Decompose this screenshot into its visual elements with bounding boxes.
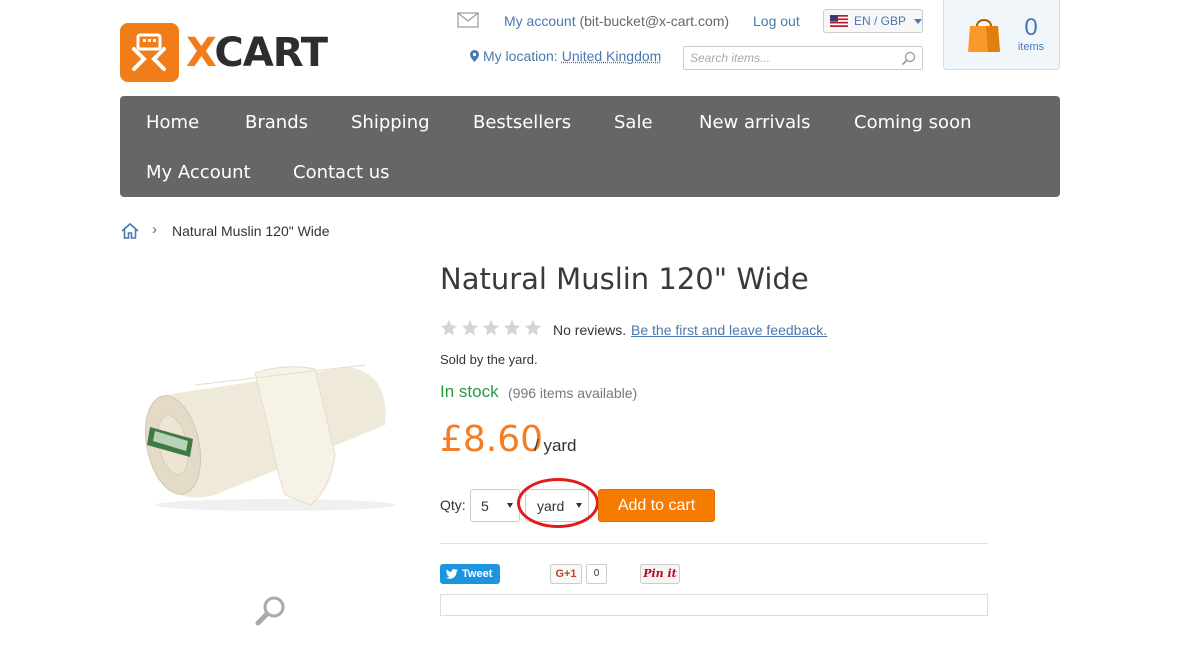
search-icon[interactable] — [902, 51, 916, 65]
divider — [440, 543, 988, 544]
us-flag-icon — [830, 15, 848, 27]
chevron-down-icon — [507, 503, 513, 508]
logout-link[interactable]: Log out — [753, 13, 800, 29]
tweet-label: Tweet — [462, 568, 493, 580]
price-unit: / yard — [534, 436, 577, 455]
map-pin-icon — [470, 50, 479, 62]
shopping-bag-icon — [968, 19, 1000, 52]
logo-mark — [120, 23, 179, 82]
mini-cart[interactable]: 0 items — [943, 0, 1060, 70]
breadcrumb-current: Natural Muslin 120" Wide — [172, 223, 330, 239]
leave-feedback-link[interactable]: Be the first and leave feedback. — [631, 322, 827, 338]
location-value-link[interactable]: United Kingdom — [562, 48, 662, 64]
account-email: (bit-bucket@x-cart.com) — [579, 13, 730, 29]
no-reviews-text: No reviews. — [553, 322, 627, 338]
cart-items-label: items — [1017, 41, 1045, 53]
product-price: £8.60 — [440, 419, 544, 460]
product-image[interactable] — [135, 355, 405, 515]
highlight-circle — [517, 478, 599, 528]
nav-item-new-arrivals[interactable]: New arrivals — [699, 112, 811, 133]
nav-item-my-account[interactable]: My Account — [146, 162, 251, 183]
items-available: (996 items available) — [508, 385, 638, 401]
home-icon[interactable] — [120, 222, 140, 240]
star-icon[interactable] — [503, 319, 521, 337]
star-icon[interactable] — [461, 319, 479, 337]
site-logo[interactable]: XCART — [120, 23, 328, 83]
nav-item-contact-us[interactable]: Contact us — [293, 162, 390, 183]
search-input[interactable] — [684, 47, 884, 69]
nav-item-sale[interactable]: Sale — [614, 112, 653, 133]
quantity-value: 5 — [481, 498, 489, 514]
envelope-icon[interactable] — [457, 12, 479, 28]
nav-item-coming-soon[interactable]: Coming soon — [854, 112, 971, 133]
qty-label: Qty: — [440, 497, 466, 513]
social-widget-placeholder — [440, 594, 988, 616]
zoom-icon[interactable] — [254, 594, 288, 628]
my-account-link[interactable]: My account (bit-bucket@x-cart.com) — [504, 13, 729, 29]
nav-item-shipping[interactable]: Shipping — [351, 112, 430, 133]
google-plus-button[interactable]: G+1 — [550, 564, 582, 584]
add-to-cart-button[interactable]: Add to cart — [598, 489, 715, 522]
cart-count: 0 — [1024, 14, 1038, 41]
main-nav: Home Brands Shipping Bestsellers Sale Ne… — [120, 96, 1060, 197]
language-label: EN / GBP — [854, 14, 907, 28]
tweet-button[interactable]: Tweet — [440, 564, 500, 584]
product-title: Natural Muslin 120" Wide — [440, 262, 809, 296]
quantity-select[interactable]: 5 — [470, 489, 520, 522]
language-currency-selector[interactable]: EN / GBP — [823, 9, 923, 33]
location[interactable]: My location: United Kingdom — [470, 48, 661, 64]
logo-text: XCART — [186, 30, 328, 76]
nav-item-brands[interactable]: Brands — [245, 112, 308, 133]
location-label: My location: — [483, 48, 558, 64]
star-icon[interactable] — [482, 319, 500, 337]
stock-status: In stock — [440, 382, 499, 401]
google-plus-count: 0 — [586, 564, 607, 584]
breadcrumb-separator: › — [152, 221, 157, 238]
sold-by-text: Sold by the yard. — [440, 352, 538, 367]
twitter-icon — [446, 569, 458, 579]
star-icon[interactable] — [440, 319, 458, 337]
rating-stars[interactable] — [440, 319, 542, 337]
star-icon[interactable] — [524, 319, 542, 337]
nav-item-bestsellers[interactable]: Bestsellers — [473, 112, 571, 133]
search-box[interactable] — [683, 46, 923, 70]
chevron-down-icon — [914, 18, 922, 24]
nav-item-home[interactable]: Home — [146, 112, 199, 133]
pin-it-button[interactable]: Pin it — [640, 564, 680, 584]
